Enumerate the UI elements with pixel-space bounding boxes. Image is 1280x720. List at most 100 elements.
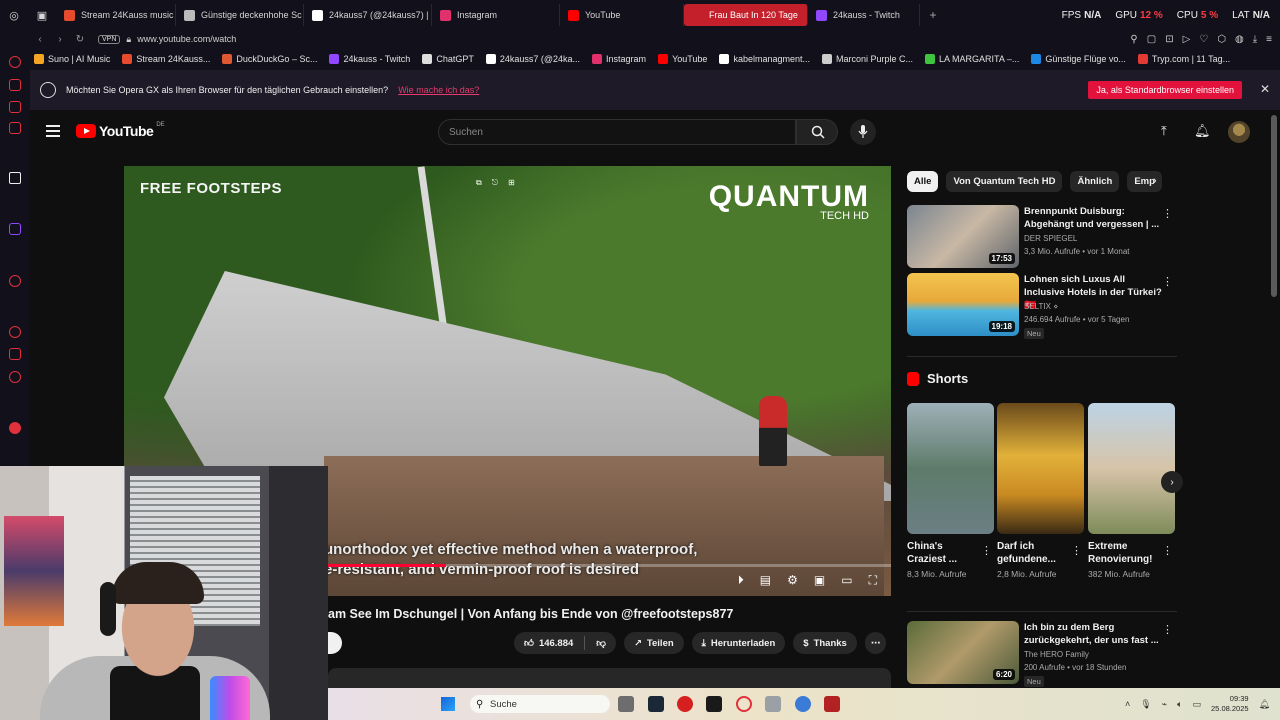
- upload-icon[interactable]: ⤒: [1161, 123, 1167, 139]
- more-vertical-icon[interactable]: ⋮: [1071, 544, 1082, 557]
- windows-start-icon[interactable]: [441, 697, 455, 711]
- voice-search-button[interactable]: [850, 119, 876, 145]
- share-overlay-icon[interactable]: ⎋: [492, 178, 498, 188]
- recommendation-item[interactable]: 17:53 Brennpunkt Duisburg: Abgehängt und…: [907, 205, 1177, 269]
- snapshot-icon[interactable]: ▢: [1147, 34, 1156, 45]
- recommendation-title[interactable]: Ich bin zu dem Berg zurückgekehrt, der u…: [1024, 621, 1164, 647]
- browser-tab[interactable]: Günstige deckenhohe Sc: [176, 4, 304, 26]
- profile-icon[interactable]: ◍: [1235, 34, 1244, 45]
- short-item[interactable]: China's Craziest ... 8,3 Mio. Aufrufe ⋮: [907, 403, 994, 603]
- history-icon[interactable]: [9, 326, 21, 338]
- player-sidebar-icon[interactable]: [9, 275, 21, 287]
- save-icon[interactable]: ⊡: [1165, 34, 1173, 45]
- filter-chip[interactable]: Ähnlich: [1070, 171, 1120, 192]
- autoplay-toggle-icon[interactable]: ⏵: [738, 573, 744, 588]
- browser-tab[interactable]: Frau Baut In 120 Tage: [684, 4, 808, 26]
- description-box[interactable]: [328, 668, 891, 688]
- theater-mode-icon[interactable]: ▭: [841, 573, 852, 588]
- app-dark-icon[interactable]: [706, 696, 722, 712]
- app-grey-icon[interactable]: [765, 696, 781, 712]
- download-icon[interactable]: ⤓: [1253, 34, 1257, 45]
- bookmark-item[interactable]: Günstige Flüge vo...: [1031, 54, 1126, 64]
- short-thumbnail[interactable]: [1088, 403, 1175, 534]
- bookmark-item[interactable]: 24kauss - Twitch: [329, 54, 410, 64]
- network-icon[interactable]: ⌁: [1162, 699, 1167, 710]
- thanks-button[interactable]: $ Thanks: [793, 632, 857, 654]
- steam-icon[interactable]: [648, 696, 664, 712]
- back-icon[interactable]: ‹: [30, 34, 50, 45]
- subtitles-icon[interactable]: ▤: [760, 573, 771, 588]
- browser-tab[interactable]: 24kauss - Twitch: [808, 4, 920, 26]
- recommendation-thumbnail[interactable]: 6:20: [907, 621, 1019, 684]
- taskbar-clock[interactable]: 09:39 25.08.2025: [1211, 694, 1249, 714]
- tiktok-icon[interactable]: [9, 172, 21, 184]
- new-tab-button[interactable]: +: [920, 8, 946, 22]
- taskbar-search[interactable]: ⚲ Suche: [470, 695, 610, 713]
- app-red-icon[interactable]: [677, 696, 693, 712]
- more-icon[interactable]: [9, 422, 21, 434]
- browser-tab[interactable]: Stream 24Kauss music | L: [56, 4, 176, 26]
- share-button[interactable]: ↗ Teilen: [623, 632, 684, 654]
- chevron-right-icon[interactable]: ›: [1153, 175, 1157, 187]
- short-thumbnail[interactable]: [907, 403, 994, 534]
- recommendation-item[interactable]: 19:18 Lohnen sich Luxus All Inclusive Ho…: [907, 273, 1177, 339]
- opera-gx-icon[interactable]: [736, 696, 752, 712]
- filter-chip[interactable]: Alle: [907, 171, 939, 192]
- bookmark-item[interactable]: kabelmanagment...: [719, 54, 810, 64]
- short-thumbnail[interactable]: [997, 403, 1084, 534]
- shorts-next-button[interactable]: ›: [1161, 471, 1183, 493]
- url-field[interactable]: www.youtube.com/watch: [137, 34, 236, 44]
- thumbs-down-icon[interactable]: 👎︎: [596, 637, 606, 649]
- settings-gear-icon[interactable]: ⚙: [787, 573, 798, 588]
- short-title[interactable]: Extreme Renovierung!: [1088, 540, 1160, 566]
- file-explorer-icon[interactable]: [618, 696, 634, 712]
- short-item[interactable]: Extreme Renovierung! 382 Mio. Aufrufe ⋮: [1088, 403, 1175, 603]
- recommendation-thumbnail[interactable]: 17:53: [907, 205, 1019, 268]
- microphone-tray-icon[interactable]: 🎙︎: [1140, 699, 1151, 710]
- opera-menu-icon[interactable]: ◎: [0, 0, 28, 30]
- more-vertical-icon[interactable]: ⋮: [1162, 275, 1173, 288]
- bookmark-item[interactable]: Suno | AI Music: [34, 54, 110, 64]
- subscribe-button[interactable]: [328, 632, 342, 654]
- bookmark-item[interactable]: ChatGPT: [422, 54, 474, 64]
- browser-tab[interactable]: Instagram: [432, 4, 560, 26]
- browser-tab[interactable]: 24kauss7 (@24kauss7) |: [304, 4, 432, 26]
- recommendation-item[interactable]: 6:20 Ich bin zu dem Berg zurückgekehrt, …: [907, 621, 1177, 687]
- gx-control-icon[interactable]: [9, 56, 21, 68]
- bookmark-item[interactable]: Marconi Purple C...: [821, 54, 913, 64]
- bookmark-item[interactable]: Instagram: [592, 54, 646, 64]
- more-vertical-icon[interactable]: ⋮: [1162, 544, 1173, 557]
- bookmark-item[interactable]: Stream 24Kauss...: [122, 54, 210, 64]
- bookmark-item[interactable]: 24kauss7 (@24ka...: [485, 54, 580, 64]
- pip-icon[interactable]: ⧉: [476, 178, 482, 188]
- recommendation-channel[interactable]: The HERO Family: [1024, 650, 1089, 659]
- short-item[interactable]: Darf ich gefundene... 2,8 Mio. Aufrufe ⋮: [997, 403, 1084, 603]
- filter-chip[interactable]: Von Quantum Tech HD: [946, 171, 1063, 192]
- menu-icon[interactable]: [46, 125, 60, 137]
- player-icon[interactable]: ▷: [1183, 34, 1191, 45]
- recommendation-channel[interactable]: SELTIX ⋄: [1024, 302, 1058, 311]
- recommendation-thumbnail[interactable]: 19:18: [907, 273, 1019, 336]
- youtube-logo[interactable]: YouTube DE: [76, 122, 165, 139]
- browser-tab[interactable]: YouTube: [560, 4, 684, 26]
- more-vertical-icon[interactable]: ⋮: [1162, 623, 1173, 636]
- recommendation-title[interactable]: Brennpunkt Duisburg: Abgehängt und verge…: [1024, 205, 1164, 231]
- fullscreen-icon[interactable]: ⛶: [869, 573, 877, 588]
- chevron-up-icon[interactable]: ˄: [1125, 699, 1130, 709]
- bookmark-item[interactable]: DuckDuckGo – Sc...: [222, 54, 317, 64]
- short-title[interactable]: Darf ich gefundene...: [997, 540, 1069, 566]
- account-avatar[interactable]: [1228, 121, 1250, 143]
- more-actions-button[interactable]: ⋯: [864, 632, 887, 654]
- forward-icon[interactable]: ›: [50, 34, 70, 45]
- resolution-icon[interactable]: ⊞: [508, 178, 515, 188]
- like-button[interactable]: 👍︎ 146.884 👎︎: [514, 632, 616, 654]
- vpn-badge[interactable]: VPN: [98, 34, 121, 44]
- gx-cleaner-icon[interactable]: [9, 101, 21, 113]
- gx-corner-icon[interactable]: [9, 79, 21, 91]
- settings-app-icon[interactable]: [795, 696, 811, 712]
- miniplayer-icon[interactable]: ▣: [814, 573, 825, 588]
- volume-icon[interactable]: 🔈︎: [1177, 699, 1182, 710]
- bookmark-item[interactable]: Tryp.com | 11 Tag...: [1137, 54, 1230, 64]
- more-vertical-icon[interactable]: ⋮: [1162, 207, 1173, 220]
- extensions-icon[interactable]: ⬡: [1217, 34, 1226, 45]
